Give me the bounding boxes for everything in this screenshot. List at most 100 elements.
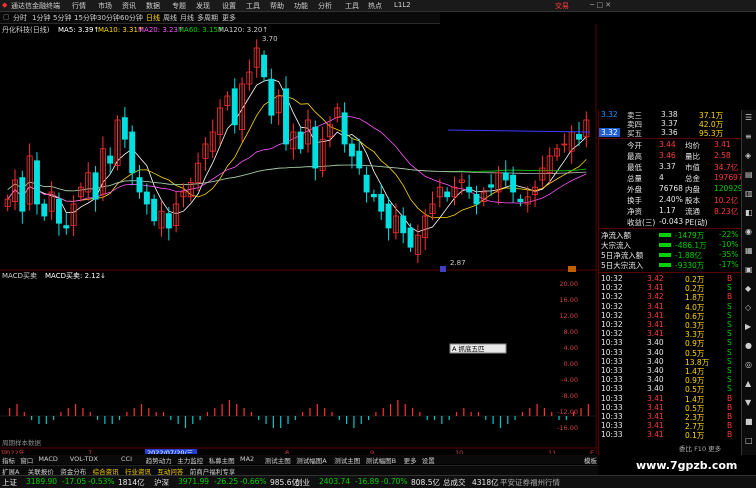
sidebar-tool-icon[interactable]: ≡ bbox=[745, 132, 752, 141]
stat-label: 最高 bbox=[627, 152, 642, 161]
candle-body bbox=[473, 193, 480, 205]
menu-item-discover[interactable]: 发现 bbox=[196, 1, 210, 11]
quote-footer[interactable]: 委比 F10 更多 bbox=[599, 443, 742, 454]
tick-price: 3.40 bbox=[647, 384, 664, 394]
stat-value: -0.043 bbox=[659, 217, 684, 226]
indicator-tab[interactable]: 测试幅图A bbox=[296, 455, 326, 465]
period-tab[interactable]: 更多 bbox=[222, 13, 236, 23]
menu-item-market2[interactable]: 市场 bbox=[98, 1, 112, 11]
sidebar-tool-icon[interactable]: ▲ bbox=[745, 379, 751, 388]
menu-item-topic[interactable]: 专题 bbox=[172, 1, 186, 11]
ma-label: MA10: 3.31↑ bbox=[98, 26, 144, 34]
index-amount: 808.5亿 bbox=[411, 478, 440, 487]
menu-item-settings[interactable]: 设置 bbox=[222, 1, 236, 11]
stat-value: 2.40% bbox=[659, 195, 683, 204]
index-change: -16.89 bbox=[355, 477, 380, 486]
tick-time: 10:33 bbox=[601, 384, 623, 394]
period-tab[interactable]: 15分钟 bbox=[74, 13, 97, 23]
tick-time: 10:32 bbox=[601, 320, 623, 329]
sidebar-tool-icon[interactable]: ◉ bbox=[745, 227, 752, 236]
menu-item-data[interactable]: 数据 bbox=[146, 1, 160, 11]
candle-body bbox=[370, 193, 377, 198]
sidebar-tool-icon[interactable]: ◧ bbox=[745, 208, 753, 217]
tick-price: 3.41 bbox=[647, 393, 664, 403]
menu-item-hot[interactable]: 热点 bbox=[368, 1, 382, 11]
event-marker[interactable] bbox=[568, 266, 576, 272]
window-controls[interactable]: ─ □ ✕ bbox=[590, 1, 611, 9]
stat-label: 最低 bbox=[627, 163, 642, 172]
macd-title: MACD买卖 bbox=[2, 272, 37, 280]
stat-label: PE(动) bbox=[685, 218, 708, 227]
index-value: 2403.74 bbox=[319, 477, 351, 486]
indicator-tab[interactable]: 设置 bbox=[422, 455, 435, 465]
sidebar-tool-icon[interactable]: ● bbox=[745, 341, 752, 350]
sidebar-tool-icon[interactable]: ▼ bbox=[745, 398, 751, 407]
period-tab[interactable]: 周线 bbox=[163, 13, 177, 23]
period-tab[interactable]: 多周期 bbox=[197, 13, 218, 23]
menu-trade[interactable]: 交易 bbox=[555, 1, 569, 11]
indicator-tab[interactable]: 更多 bbox=[404, 455, 417, 465]
indicator-tab[interactable]: VOL-TDX bbox=[70, 455, 98, 463]
menu-item-news[interactable]: 资讯 bbox=[122, 1, 136, 11]
menu-item-tools[interactable]: 工具 bbox=[246, 1, 260, 11]
menu-item-func[interactable]: 功能 bbox=[294, 1, 308, 11]
tick-price: 3.42 bbox=[647, 274, 664, 283]
sidebar-tool-icon[interactable]: ▥ bbox=[745, 189, 753, 198]
indicator-tab[interactable]: 测试主图 bbox=[265, 455, 291, 465]
sidebar-tool-icon[interactable]: ◆ bbox=[745, 284, 751, 293]
kline-chart[interactable]: 丹化科技(日线) MA5: 3.39↑MA10: 3.31↑MA20: 3.23… bbox=[0, 24, 598, 454]
indicator-tab[interactable]: 窗口 bbox=[20, 455, 33, 465]
event-marker[interactable] bbox=[440, 266, 446, 272]
period-tab[interactable]: 1分钟 bbox=[32, 13, 50, 23]
index-name[interactable]: 上证 bbox=[2, 477, 17, 488]
tick-price: 3.41 bbox=[647, 320, 664, 329]
period-tab-active[interactable]: 日线 bbox=[146, 13, 160, 23]
sidebar-tool-icon[interactable]: ▤ bbox=[745, 170, 753, 179]
candle-body bbox=[400, 215, 407, 234]
stat-value: 197697 bbox=[714, 173, 743, 182]
sidebar-tool-icon[interactable]: ■ bbox=[745, 417, 753, 426]
sidebar-tool-icon[interactable]: ◇ bbox=[745, 303, 751, 312]
indicator-tab[interactable]: 测试幅图B bbox=[366, 455, 396, 465]
sidebar-tool-icon[interactable]: □ bbox=[745, 436, 753, 445]
sidebar-tool-icon[interactable]: ▣ bbox=[745, 265, 753, 274]
sidebar-tool-icon[interactable]: ▶ bbox=[745, 322, 751, 331]
period-tab[interactable]: 5分钟 bbox=[53, 13, 71, 23]
sidebar-tool-icon[interactable]: ◈ bbox=[745, 151, 751, 160]
watermark: www.7gpzb.com bbox=[636, 459, 738, 472]
macd-value: MACD买卖: 2.12↓ bbox=[45, 272, 106, 280]
indicator-tab[interactable]: CCI bbox=[121, 455, 132, 463]
flow-bar bbox=[659, 243, 671, 247]
tick-time: 10:32 bbox=[601, 301, 623, 311]
ob-price: 3.38 bbox=[661, 110, 678, 119]
period-tab[interactable]: 分时 bbox=[13, 13, 27, 23]
menu-item-market[interactable]: 行情 bbox=[72, 1, 86, 11]
period-tab[interactable]: 60分钟 bbox=[120, 13, 143, 23]
indicator-tab[interactable]: 趋势动力 bbox=[146, 455, 172, 465]
indicator-tab[interactable]: 主力监控 bbox=[177, 455, 203, 465]
period-tab[interactable]: 月线 bbox=[180, 13, 194, 23]
menu-item-app[interactable]: 通达信金融终端 bbox=[11, 1, 60, 11]
menu-item-help[interactable]: 帮助 bbox=[270, 1, 284, 11]
flow-value: -9330万 bbox=[675, 261, 705, 270]
stat-row: 最高 3.46 量比 2.58 bbox=[599, 151, 742, 162]
candle-body bbox=[283, 88, 289, 145]
index-name[interactable]: 创业 bbox=[295, 477, 310, 488]
indicator-tab[interactable]: 指标 bbox=[2, 455, 15, 465]
candle-body bbox=[378, 193, 385, 212]
sidebar-tool-icon[interactable]: ▦ bbox=[745, 246, 753, 255]
indicator-tab[interactable]: 测试主图 bbox=[334, 455, 360, 465]
sidebar-tool-icon[interactable]: ◎ bbox=[745, 360, 752, 369]
index-value: 3189.90 bbox=[26, 477, 58, 486]
indicator-tab[interactable]: MACD bbox=[38, 455, 57, 463]
template-button[interactable]: 模板 bbox=[584, 455, 597, 465]
menu-item-analysis[interactable]: 分析 bbox=[318, 1, 332, 11]
menu-item-tools2[interactable]: 工具 bbox=[345, 1, 359, 11]
index-name[interactable]: 沪深 bbox=[154, 477, 169, 488]
menu-item-l1l2[interactable]: L1L2 bbox=[394, 1, 411, 9]
sidebar-tool-icon[interactable]: ☰ bbox=[745, 113, 752, 122]
period-tab[interactable]: 30分钟 bbox=[97, 13, 120, 23]
indicator-tab[interactable]: 私募主图 bbox=[209, 455, 235, 465]
indicator-tab[interactable]: MA2 bbox=[240, 455, 254, 463]
price-tag: 3.32 bbox=[601, 110, 618, 119]
